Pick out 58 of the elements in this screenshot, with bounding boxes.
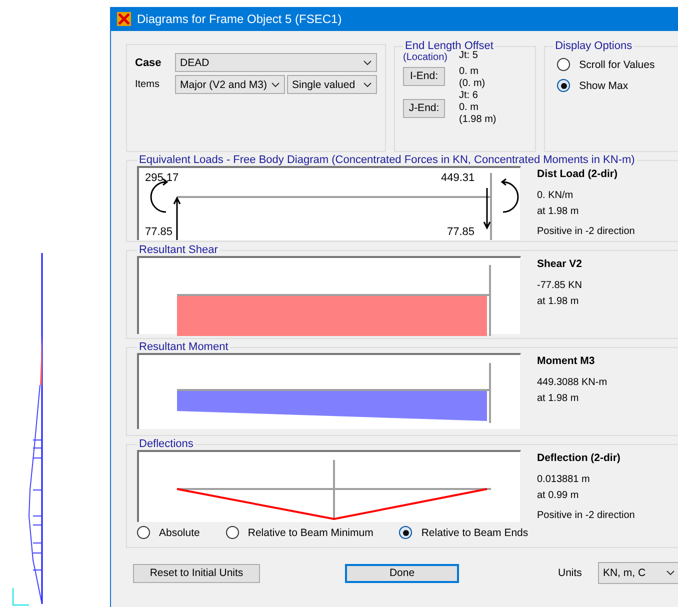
moment-value: 449.31 bbox=[441, 172, 475, 184]
result-value: Positive in -2 direction bbox=[537, 226, 635, 238]
result-value: -77.85 KN bbox=[537, 280, 582, 292]
items-dropdown[interactable]: Major (V2 and M3) bbox=[175, 75, 285, 94]
radio-button[interactable] bbox=[557, 79, 570, 92]
units-label: Units bbox=[558, 567, 582, 579]
radio-option[interactable]: Show Max bbox=[557, 79, 678, 92]
location-value: (0. m) bbox=[459, 78, 486, 90]
end-button[interactable]: J-End: bbox=[403, 98, 445, 118]
radio-option[interactable]: Scroll for Values bbox=[557, 58, 678, 71]
result-value: 449.3088 KN-m bbox=[537, 377, 608, 389]
radio-button[interactable] bbox=[226, 526, 239, 539]
moment-value: 295.17 bbox=[145, 172, 179, 184]
result-value: 0.013881 m bbox=[537, 474, 591, 486]
radio-option[interactable]: Relative to Beam Ends bbox=[399, 526, 528, 539]
app-icon bbox=[117, 12, 131, 26]
reset-units-button[interactable]: Reset to Initial Units bbox=[133, 564, 260, 582]
result-title: Dist Load (2-dir) bbox=[537, 168, 618, 180]
location-value: (1.98 m) bbox=[459, 114, 498, 126]
case-dropdown[interactable]: DEAD bbox=[175, 53, 377, 72]
group-title: Display Options bbox=[554, 40, 634, 52]
chevron-down-icon bbox=[363, 60, 372, 66]
radio-option[interactable]: Relative to Beam Minimum bbox=[226, 526, 374, 539]
force-value: 77.85 bbox=[447, 226, 475, 238]
group-title: Deflections bbox=[138, 438, 194, 450]
chevron-down-icon bbox=[666, 570, 675, 576]
window-title: Diagrams for Frame Object 5 (FSEC1) bbox=[137, 12, 342, 26]
offset-value: 0. m bbox=[459, 102, 480, 114]
group-subtitle: (Location) bbox=[403, 52, 448, 64]
units-dropdown[interactable]: KN, m, C bbox=[598, 562, 678, 584]
group-title: Equivalent Loads - Free Body Diagram (Concentrated Forces in KN, Concentrated Moments in KN-m) bbox=[138, 154, 636, 166]
case-label: Case bbox=[135, 56, 162, 68]
joint-label: Jt: 5 bbox=[459, 50, 479, 62]
result-value: 0. KN/m bbox=[537, 190, 574, 202]
radio-button[interactable] bbox=[557, 58, 570, 71]
items-label: Items bbox=[135, 79, 160, 90]
radio-button[interactable] bbox=[399, 526, 412, 539]
chevron-down-icon bbox=[271, 82, 280, 88]
group-title: Resultant Shear bbox=[138, 244, 219, 256]
result-value: Positive in -2 direction bbox=[537, 510, 635, 522]
result-value: at 1.98 m bbox=[537, 206, 580, 218]
joint-label: Jt: 6 bbox=[459, 90, 479, 102]
group-title: Resultant Moment bbox=[138, 341, 230, 353]
value-type-dropdown[interactable]: Single valued bbox=[287, 75, 377, 94]
result-value: at 1.98 m bbox=[537, 393, 580, 405]
end-button[interactable]: I-End: bbox=[403, 66, 445, 86]
offset-value: 0. m bbox=[459, 66, 480, 78]
result-value: at 1.98 m bbox=[537, 296, 580, 308]
result-title: Moment M3 bbox=[537, 355, 596, 367]
done-button[interactable]: Done bbox=[345, 564, 459, 582]
force-value: 77.85 bbox=[145, 226, 173, 238]
group-title: End Length Offset bbox=[404, 40, 494, 52]
result-title: Deflection (2-dir) bbox=[537, 452, 622, 464]
radio-option[interactable]: Absolute bbox=[137, 526, 200, 539]
result-value: at 0.99 m bbox=[537, 490, 580, 502]
chevron-down-icon bbox=[363, 82, 372, 88]
radio-button[interactable] bbox=[137, 526, 150, 539]
result-title: Shear V2 bbox=[537, 258, 582, 270]
